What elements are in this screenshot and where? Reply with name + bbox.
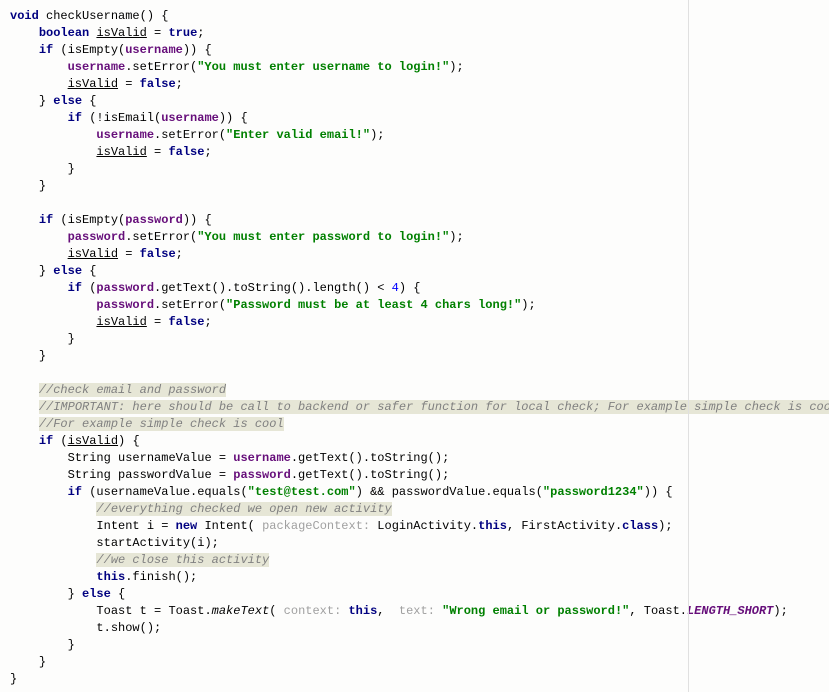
code-line: isValid = false; (10, 247, 183, 261)
right-gutter-line (688, 0, 689, 692)
code-line: startActivity(i); (10, 536, 219, 550)
code-line: String passwordValue = password.getText(… (10, 468, 449, 482)
code-line: } (10, 179, 46, 193)
code-line: } else { (10, 264, 96, 278)
code-line: //check email and password (10, 383, 226, 397)
code-line: } (10, 162, 75, 176)
code-line: if (isValid) { (10, 434, 140, 448)
code-line: Intent i = new Intent( packageContext: L… (10, 519, 673, 533)
code-editor-content: void checkUsername() { boolean isValid =… (10, 8, 819, 688)
code-line: boolean isValid = true; (10, 26, 204, 40)
code-line: username.setError("Enter valid email!"); (10, 128, 384, 142)
code-line: } else { (10, 587, 125, 601)
code-line: } (10, 349, 46, 363)
code-line: Toast t = Toast.makeText( context: this,… (10, 604, 788, 618)
code-line: String usernameValue = username.getText(… (10, 451, 449, 465)
code-line: if (usernameValue.equals("test@test.com"… (10, 485, 673, 499)
code-line: isValid = false; (10, 77, 183, 91)
code-line: isValid = false; (10, 315, 212, 329)
code-line: if (!isEmail(username)) { (10, 111, 248, 125)
code-line: } else { (10, 94, 96, 108)
code-line: t.show(); (10, 621, 161, 635)
inline-hint: packageContext: (262, 519, 377, 533)
inline-hint: context: (284, 604, 349, 618)
code-line: } (10, 672, 17, 686)
code-line: this.finish(); (10, 570, 197, 584)
inline-hint: text: (399, 604, 442, 618)
code-line: //we close this activity (10, 553, 269, 567)
code-line: if (password.getText().toString().length… (10, 281, 420, 295)
code-line: if (isEmpty(password)) { (10, 213, 212, 227)
code-line: username.setError("You must enter userna… (10, 60, 464, 74)
code-line: } (10, 655, 46, 669)
code-line: //everything checked we open new activit… (10, 502, 392, 516)
code-line: //For example simple check is cool (10, 417, 284, 431)
code-line: if (isEmpty(username)) { (10, 43, 212, 57)
code-line: password.setError("You must enter passwo… (10, 230, 464, 244)
code-line: isValid = false; (10, 145, 212, 159)
code-line: } (10, 638, 75, 652)
code-line: } (10, 332, 75, 346)
code-line: void checkUsername() { (10, 9, 168, 23)
code-line: //IMPORTANT: here should be call to back… (10, 400, 829, 414)
code-line: password.setError("Password must be at l… (10, 298, 536, 312)
